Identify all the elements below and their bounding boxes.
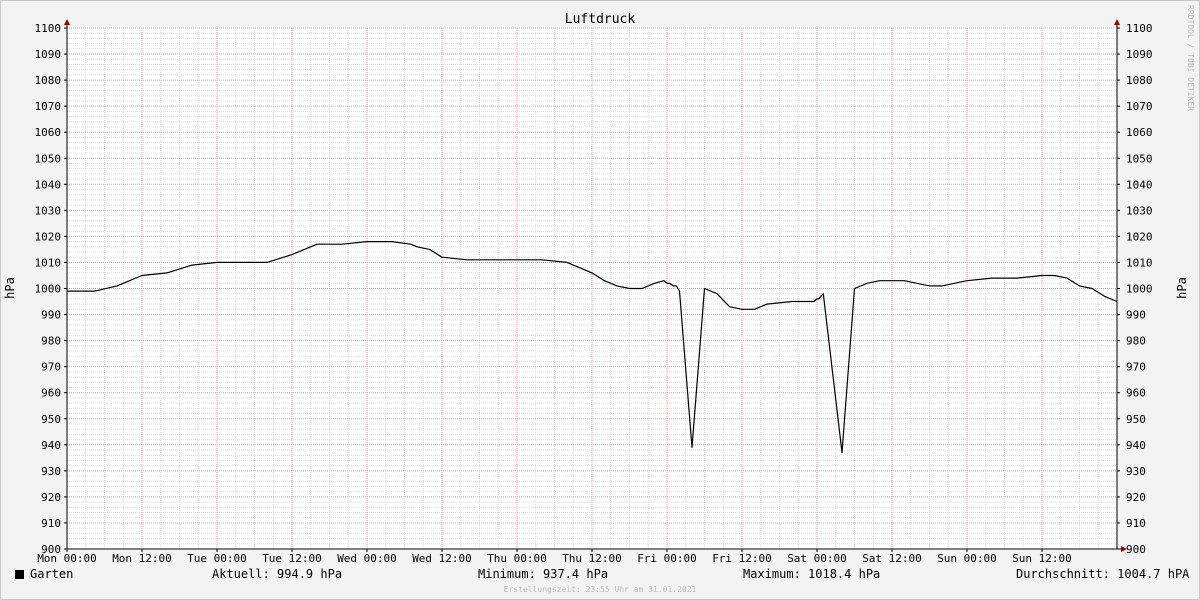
y-tick-label-right: 940 (1126, 439, 1146, 452)
x-tick-label: Fri 12:00 (712, 552, 772, 565)
y-tick-label-right: 1050 (1126, 152, 1153, 165)
y-tick-labels-right: 900 910 920 930 940 950 960 970 980 990 1000 1010 10… (1126, 22, 1153, 556)
x-tick-label: Sun 00:00 (937, 552, 997, 565)
y-tick-label-right: 1040 (1126, 178, 1153, 191)
creation-timestamp: Erstellungszeit: 23:55 Uhr am 31.01.2021 (503, 585, 697, 594)
y-tick-label-right: 1000 (1126, 283, 1153, 296)
x-tick-label: Thu 00:00 (487, 552, 547, 565)
y-tick-label-right: 1090 (1126, 48, 1153, 61)
y-tick-label-right: 1020 (1126, 230, 1153, 243)
pressure-chart: 900 910 920 930 940 950 960 970 980 990 1000 1010 10… (3, 5, 1195, 565)
y-tick-label-right: 1030 (1126, 204, 1153, 217)
legend-maximum: Maximum: 1018.4 hPa (743, 567, 881, 581)
chart-title: Luftdruck (565, 12, 636, 27)
x-tick-label: Fri 00:00 (637, 552, 697, 565)
legend-series-name: Garten (30, 567, 74, 581)
y-tick-label-right: 990 (1126, 309, 1146, 322)
x-tick-label: Wed 00:00 (337, 552, 397, 565)
y-tick-label-left: 910 (41, 517, 61, 530)
y-tick-label-left: 1030 (35, 204, 62, 217)
y-axis-arrow-left (64, 19, 70, 25)
x-tick-label: Sat 00:00 (787, 552, 847, 565)
y-tick-label-left: 1010 (35, 256, 62, 269)
y-axis-arrow-right (1114, 19, 1120, 25)
y-tick-label-right: 960 (1126, 387, 1146, 400)
y-tick-label-right: 1060 (1126, 126, 1153, 139)
y-tick-label-left: 940 (41, 439, 61, 452)
x-tick-label: Mon 12:00 (112, 552, 172, 565)
y-tick-labels-left: 9009109209309409509609709809901000101010… (35, 22, 62, 556)
y-tick-label-right: 910 (1126, 517, 1146, 530)
y-tick-label-right: 900 (1126, 543, 1146, 556)
y-tick-label-right: 930 (1126, 465, 1146, 478)
y-tick-label-right: 920 (1126, 491, 1146, 504)
y-tick-label-left: 1100 (35, 22, 62, 35)
y-tick-label-left: 970 (41, 361, 61, 374)
x-tick-label: Sun 12:00 (1012, 552, 1072, 565)
y-tick-label-left: 1040 (35, 178, 62, 191)
x-tick-label: Thu 12:00 (562, 552, 622, 565)
y-tick-label-left: 990 (41, 309, 61, 322)
y-tick-label-right: 950 (1126, 413, 1146, 426)
y-tick-label-left: 980 (41, 335, 61, 348)
legend-series: Garten (15, 567, 73, 581)
y-axis-label-left: hPa (3, 277, 17, 299)
y-tick-label-right: 1080 (1126, 74, 1153, 87)
y-tick-label-left: 920 (41, 491, 61, 504)
y-tick-label-right: 980 (1126, 335, 1146, 348)
y-tick-label-left: 930 (41, 465, 61, 478)
legend-swatch (15, 570, 24, 579)
y-axis-label-right: hPa (1175, 277, 1189, 299)
x-tick-labels: Mon 00:00 Mon 12:00 Tue 00:00 Tue 12:00 Wed … (37, 552, 1072, 565)
legend-durchschnitt: Durchschnitt: 1004.7 hPA (1016, 567, 1190, 581)
y-tick-label-right: 970 (1126, 361, 1146, 374)
legend-minimum: Minimum: 937.4 hPa (478, 567, 609, 581)
legend-aktuell: Aktuell: 994.9 hPa (212, 567, 343, 581)
x-tick-label: Mon 00:00 (37, 552, 97, 565)
rrdtool-watermark: RRDTOOL / TOBI OETIKER (1186, 5, 1195, 111)
y-tick-label-right: 1010 (1126, 256, 1153, 269)
y-tick-label-left: 950 (41, 413, 61, 426)
y-tick-label-left: 1090 (35, 48, 62, 61)
y-tick-label-right: 1100 (1126, 22, 1153, 35)
y-tick-label-left: 1070 (35, 100, 62, 113)
y-tick-label-left: 1050 (35, 152, 62, 165)
x-tick-label: Sat 12:00 (862, 552, 922, 565)
y-tick-label-left: 960 (41, 387, 61, 400)
y-tick-label-left: 1080 (35, 74, 62, 87)
y-tick-label-left: 1060 (35, 126, 62, 139)
y-tick-label-right: 1070 (1126, 100, 1153, 113)
y-tick-label-left: 1020 (35, 230, 62, 243)
x-tick-label: Tue 12:00 (262, 552, 322, 565)
x-tick-label: Wed 12:00 (412, 552, 472, 565)
x-tick-label: Tue 00:00 (187, 552, 247, 565)
y-tick-label-left: 1000 (35, 283, 62, 296)
